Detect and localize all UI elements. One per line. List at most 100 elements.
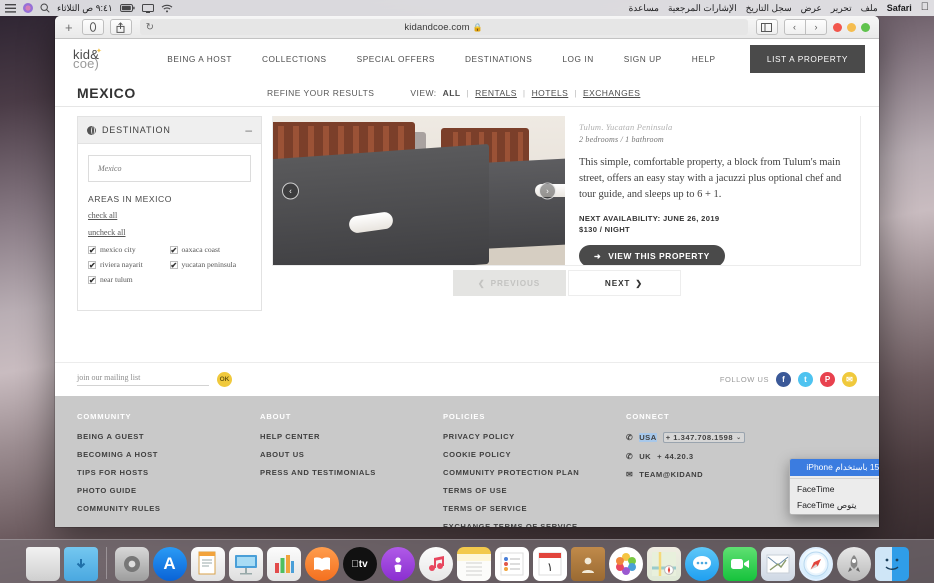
menu-item-file[interactable]: ملف — [861, 3, 878, 14]
apple-tv-icon[interactable]: tv — [343, 547, 377, 581]
share-icon[interactable] — [110, 19, 132, 35]
pinterest-icon[interactable]: P — [820, 372, 835, 387]
tab-overview-icon[interactable] — [82, 19, 104, 35]
menu-item-history[interactable]: سجل التاريخ — [746, 3, 792, 14]
checkbox-mark[interactable]: ✔ — [170, 261, 178, 269]
twitter-icon[interactable]: t — [798, 372, 813, 387]
notes-icon[interactable] — [457, 547, 491, 581]
photo-next-arrow-icon[interactable]: › — [539, 183, 556, 200]
calendar-icon[interactable]: ١ — [533, 547, 567, 581]
display-icon[interactable] — [142, 4, 154, 13]
menu-app-name[interactable]: Safari — [887, 3, 912, 13]
address-bar[interactable]: ↻ kidandcoe.com 🔒 — [140, 19, 748, 35]
reload-icon[interactable]: ↻ — [146, 22, 154, 33]
mailing-list-ok-button[interactable]: OK — [217, 372, 232, 387]
messages-icon[interactable] — [685, 547, 719, 581]
email-icon[interactable]: ✉ — [842, 372, 857, 387]
search-icon[interactable] — [40, 3, 50, 13]
nav-being-a-host[interactable]: BEING A HOST — [167, 54, 232, 64]
checkbox-oaxaca-coast[interactable]: ✔ oaxaca coast — [170, 245, 252, 254]
connect-email[interactable]: ✉ TEAM@KIDAND — [626, 470, 816, 479]
wifi-icon[interactable] — [161, 4, 173, 13]
checkbox-yucatan-peninsula[interactable]: ✔ yucatan peninsula — [170, 260, 252, 269]
battery-icon[interactable] — [120, 4, 135, 12]
zoom-button[interactable] — [861, 23, 870, 32]
footer-link[interactable]: PRESS AND TESTIMONIALS — [260, 468, 443, 477]
mail-icon[interactable] — [761, 547, 795, 581]
nav-help[interactable]: HELP — [692, 54, 716, 64]
pages-icon[interactable] — [191, 547, 225, 581]
footer-link[interactable]: HELP CENTER — [260, 432, 443, 441]
call-context-menu[interactable]: الاتصال بـ+1 (347) 708-1598 باستخدام iPh… — [789, 458, 879, 515]
footer-link[interactable]: BECOMING A HOST — [77, 450, 260, 459]
property-photo[interactable]: ‹ › — [273, 116, 565, 266]
minimize-button[interactable] — [847, 23, 856, 32]
destination-search-input[interactable]: Mexico — [88, 155, 251, 182]
nav-destinations[interactable]: DESTINATIONS — [465, 54, 532, 64]
footer-link[interactable]: COMMUNITY RULES — [77, 504, 260, 513]
launchpad-icon[interactable] — [837, 547, 871, 581]
reminders-icon[interactable] — [495, 547, 529, 581]
view-option-hotels[interactable]: HOTELS — [532, 88, 569, 98]
list-a-property-button[interactable]: LIST A PROPERTY — [750, 45, 865, 73]
trash-icon[interactable] — [26, 547, 60, 581]
view-option-exchanges[interactable]: EXCHANGES — [583, 88, 640, 98]
footer-link[interactable]: PHOTO GUIDE — [77, 486, 260, 495]
facebook-icon[interactable]: f — [776, 372, 791, 387]
nav-log-in[interactable]: LOG IN — [562, 54, 593, 64]
checkbox-mark[interactable]: ✔ — [88, 246, 96, 254]
close-button[interactable] — [833, 23, 842, 32]
back-button[interactable]: ‹ — [805, 19, 827, 35]
siri-icon[interactable] — [23, 3, 33, 13]
menu-item-view[interactable]: عرض — [801, 3, 822, 14]
footer-link[interactable]: BEING A GUEST — [77, 432, 260, 441]
checkbox-riviera-nayarit[interactable]: ✔ riviera nayarit — [88, 260, 170, 269]
footer-link[interactable]: TIPS FOR HOSTS — [77, 468, 260, 477]
property-listing-card[interactable]: ‹ › Tulum, Yucatan Peninsula 2 bedrooms … — [272, 116, 861, 266]
nav-collections[interactable]: COLLECTIONS — [262, 54, 327, 64]
photo-prev-arrow-icon[interactable]: ‹ — [282, 183, 299, 200]
checkbox-mark[interactable]: ✔ — [88, 261, 96, 269]
checkbox-mexico-city[interactable]: ✔ mexico city — [88, 245, 170, 254]
facetime-icon[interactable] — [723, 547, 757, 581]
connect-usa-phone[interactable]: ✆ USA + 1.347.708.1598 ⌄ — [626, 432, 816, 443]
new-tab-button[interactable]: + — [62, 20, 76, 35]
maps-icon[interactable] — [647, 547, 681, 581]
downloads-folder-icon[interactable] — [64, 547, 98, 581]
books-icon[interactable] — [305, 547, 339, 581]
keynote-icon[interactable] — [229, 547, 263, 581]
app-store-icon[interactable]: A — [153, 547, 187, 581]
view-option-rentals[interactable]: RENTALS — [475, 88, 517, 98]
apple-menu-icon[interactable]:  — [921, 2, 929, 14]
connect-uk-phone[interactable]: ✆ UK + 44.20.3 — [626, 452, 816, 461]
music-icon[interactable] — [419, 547, 453, 581]
contacts-icon[interactable] — [571, 547, 605, 581]
usa-phone-number[interactable]: + 1.347.708.1598 ⌄ — [663, 432, 745, 443]
footer-link[interactable]: TERMS OF USE — [443, 486, 626, 495]
system-preferences-icon[interactable] — [115, 547, 149, 581]
menu-item-edit[interactable]: تحرير — [831, 3, 852, 14]
forward-button[interactable]: › — [784, 19, 806, 35]
menu-item-bookmarks[interactable]: الإشارات المرجعية — [668, 3, 737, 14]
safari-icon[interactable] — [799, 547, 833, 581]
menu-clock[interactable]: ٩:٤١ ص الثلاثاء — [57, 3, 113, 14]
menu-item-help[interactable]: مساعدة — [629, 3, 659, 14]
finder-icon[interactable] — [875, 547, 909, 581]
numbers-icon[interactable] — [267, 547, 301, 581]
collapse-icon[interactable]: – — [245, 126, 252, 134]
next-page-button[interactable]: NEXT ❯ — [568, 270, 681, 296]
property-title[interactable]: Tulum, Yucatan Peninsula — [579, 122, 846, 130]
footer-link[interactable]: TERMS OF SERVICE — [443, 504, 626, 513]
mailing-list-input[interactable]: join our mailing list — [77, 373, 209, 386]
checkbox-near-tulum[interactable]: ✔ near tulum — [88, 275, 170, 284]
nav-sign-up[interactable]: SIGN UP — [624, 54, 662, 64]
facetime-audio-item[interactable]: يتوص FaceTime — [790, 497, 879, 514]
site-logo[interactable]: ✦ kid& coe) — [73, 50, 133, 68]
footer-link[interactable]: COOKIE POLICY — [443, 450, 626, 459]
control-center-icon[interactable] — [5, 4, 16, 13]
view-option-all[interactable]: ALL — [443, 88, 461, 98]
checkbox-mark[interactable]: ✔ — [170, 246, 178, 254]
destination-filter-header[interactable]: DESTINATION – — [78, 117, 261, 144]
sidebar-toggle-icon[interactable] — [756, 19, 778, 35]
photos-icon[interactable] — [609, 547, 643, 581]
